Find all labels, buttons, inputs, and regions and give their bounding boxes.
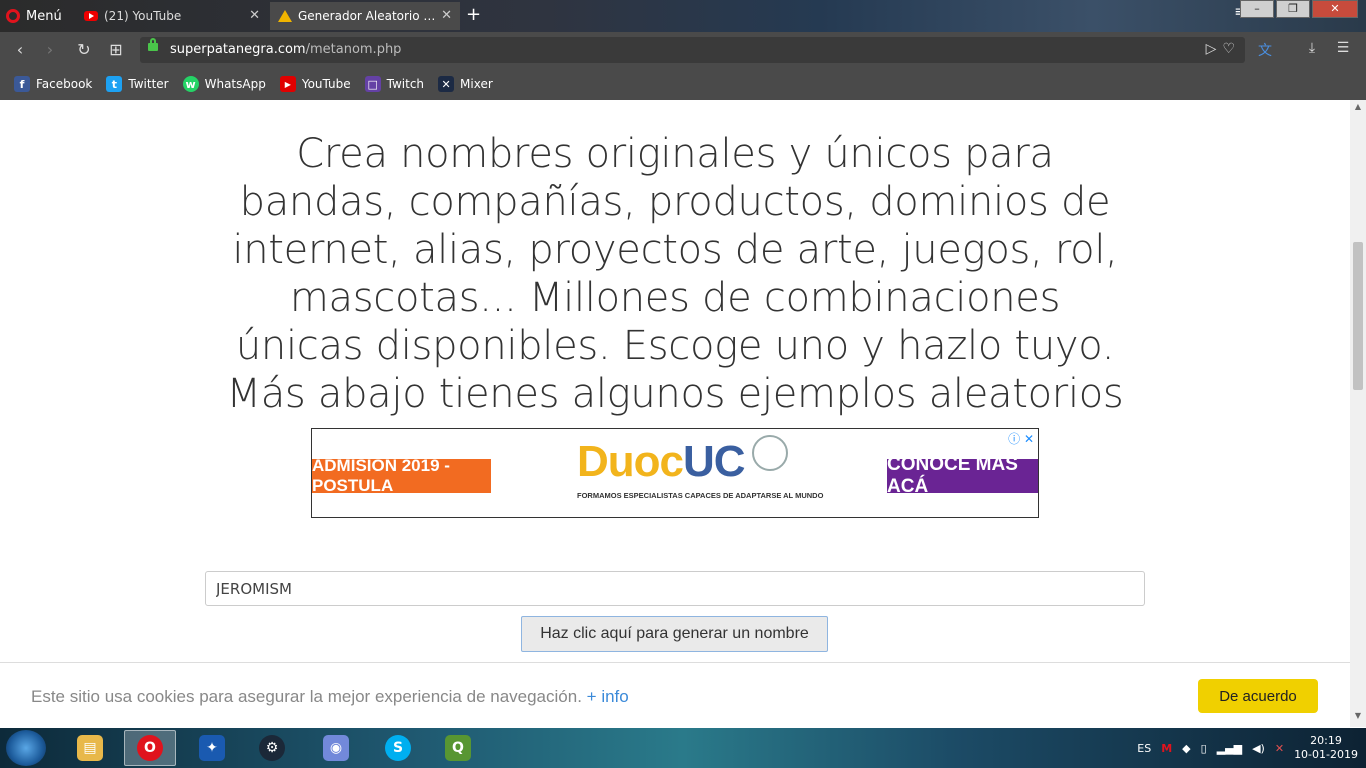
tab-title: Generador Aleatorio de Nombres [298, 9, 438, 23]
ad-seal-icon [752, 435, 788, 471]
taskbar-file-explorer[interactable]: ▤ [64, 730, 116, 766]
bookmarks-bar: f Facebook t Twitter w WhatsApp ▶ YouTub… [0, 68, 1366, 100]
mixer-icon: ✕ [438, 76, 455, 92]
whatsapp-icon: w [182, 76, 199, 92]
page-headline: Crea nombres originales y únicos para ba… [226, 131, 1124, 417]
cookie-message: Este sitio usa cookies para asegurar la … [31, 687, 629, 706]
back-icon[interactable]: ‹ [10, 40, 30, 60]
navigation-bar: ‹ › ↻ ⊞ superpatanegra.com/metanom.php ▷… [0, 32, 1366, 68]
youtube-icon: ▶ [279, 76, 296, 92]
download-icon[interactable]: ⤓ [1303, 40, 1321, 58]
ad-cta-label[interactable]: CONOCE MÁS ACÁ [887, 454, 1038, 497]
youtube-favicon-icon [84, 11, 98, 21]
twitch-icon: □ [364, 76, 381, 92]
accept-cookies-button[interactable]: De acuerdo [1198, 679, 1318, 713]
generate-name-button[interactable]: Haz clic aquí para generar un nombre [521, 616, 828, 652]
bookmark-facebook[interactable]: f Facebook [14, 76, 92, 92]
opera-logo-icon [6, 9, 20, 23]
taskbar-steam[interactable]: ⚙ [246, 730, 298, 766]
taskbar-skype[interactable]: S [372, 730, 424, 766]
network-status-icon[interactable]: ◆ [1182, 742, 1190, 755]
url-text: superpatanegra.com/metanom.php [170, 42, 402, 57]
cookie-info-link[interactable]: + info [587, 687, 629, 706]
easy-setup-icon[interactable]: ☰ [1334, 40, 1352, 58]
ad-tagline: FORMAMOS ESPECIALISTAS CAPACES DE ADAPTA… [577, 491, 824, 500]
speed-dial-icon[interactable]: ⊞ [106, 40, 126, 60]
translate-icon[interactable]: 文 [1256, 40, 1274, 59]
steam-icon: ⚙ [259, 735, 285, 761]
forward-icon[interactable]: › [40, 40, 60, 60]
menu-label: Menú [26, 8, 62, 24]
opera-icon: O [137, 735, 163, 761]
new-tab-icon[interactable]: + [466, 4, 481, 25]
minimize-button[interactable]: – [1240, 0, 1274, 18]
site-favicon-icon [278, 10, 292, 22]
bookmark-youtube[interactable]: ▶ YouTube [279, 76, 351, 92]
ad-logo: DuocUC [577, 437, 746, 486]
taskbar-battlenet[interactable]: ✦ [186, 730, 238, 766]
browser-chrome: Menú (21) YouTube ✕ Generador Aleatorio … [0, 0, 1366, 100]
opera-menu-button[interactable]: Menú [6, 4, 62, 28]
taskbar-discord[interactable]: ◉ [310, 730, 362, 766]
system-tray: ES M ◆ ▯ ▂▄▆ ◀) ✕ 20:19 10-01-2019 [1137, 728, 1366, 768]
battlenet-icon: ✦ [199, 735, 225, 761]
antivirus-icon[interactable]: M [1161, 742, 1172, 755]
windows-taskbar: ▤ O ✦ ⚙ ◉ S Q ES M ◆ ▯ ▂▄▆ ◀) ✕ 20:19 10… [0, 728, 1366, 768]
scroll-up-icon[interactable]: ▲ [1350, 102, 1366, 116]
bookmark-mixer[interactable]: ✕ Mixer [438, 76, 493, 92]
facebook-icon: f [14, 76, 30, 92]
bookmark-twitch[interactable]: □ Twitch [364, 76, 424, 92]
scroll-down-icon[interactable]: ▼ [1350, 711, 1366, 725]
battery-icon[interactable]: ▯ [1201, 742, 1207, 755]
generated-name-field[interactable] [205, 571, 1145, 606]
ad-banner[interactable]: ADMISIÓN 2019 - POSTULA DuocUC FORMAMOS … [311, 428, 1039, 518]
heart-icon[interactable]: ♡ [1222, 41, 1235, 57]
connection-warning-icon[interactable]: ✕ [1275, 742, 1284, 755]
window-controls: – ❐ ✕ [1240, 0, 1358, 18]
address-bar[interactable]: superpatanegra.com/metanom.php ▷ ♡ [140, 37, 1245, 63]
bookmark-twitter[interactable]: t Twitter [106, 76, 169, 92]
ad-choices-icon[interactable]: ⓘ ✕ [1008, 430, 1034, 447]
close-window-button[interactable]: ✕ [1312, 0, 1358, 18]
tab-generador[interactable]: Generador Aleatorio de Nombres ✕ [270, 2, 460, 30]
page-content: Crea nombres originales y únicos para ba… [0, 100, 1350, 727]
close-tab-icon[interactable]: ✕ [441, 8, 452, 23]
qgis-icon: Q [445, 735, 471, 761]
skype-icon: S [385, 735, 411, 761]
cookie-banner: Este sitio usa cookies para asegurar la … [0, 662, 1350, 729]
file-explorer-icon: ▤ [77, 735, 103, 761]
taskbar-qgis[interactable]: Q [432, 730, 484, 766]
start-button[interactable] [6, 730, 46, 766]
bookmark-whatsapp[interactable]: w WhatsApp [182, 76, 266, 92]
language-indicator[interactable]: ES [1137, 742, 1151, 755]
clock-date: 10-01-2019 [1294, 748, 1358, 761]
title-bar: Menú (21) YouTube ✕ Generador Aleatorio … [0, 0, 1366, 32]
discord-icon: ◉ [323, 735, 349, 761]
ad-admission-label[interactable]: ADMISIÓN 2019 - POSTULA [312, 456, 491, 495]
clock-time: 20:19 [1310, 734, 1342, 747]
clock[interactable]: 20:19 10-01-2019 [1294, 734, 1358, 762]
close-tab-icon[interactable]: ✕ [249, 8, 260, 23]
send-icon[interactable]: ▷ [1206, 41, 1217, 57]
taskbar-opera[interactable]: O [124, 730, 176, 766]
twitter-icon: t [106, 76, 123, 92]
page-scrollbar[interactable]: ▲ ▼ [1350, 100, 1366, 727]
volume-icon[interactable]: ◀) [1252, 742, 1265, 755]
tab-youtube[interactable]: (21) YouTube ✕ [76, 2, 268, 30]
tab-title: (21) YouTube [104, 9, 182, 23]
signal-icon[interactable]: ▂▄▆ [1217, 742, 1242, 755]
scroll-thumb[interactable] [1353, 242, 1363, 390]
maximize-button[interactable]: ❐ [1276, 0, 1310, 18]
reload-icon[interactable]: ↻ [74, 40, 94, 60]
lock-icon [148, 38, 158, 51]
